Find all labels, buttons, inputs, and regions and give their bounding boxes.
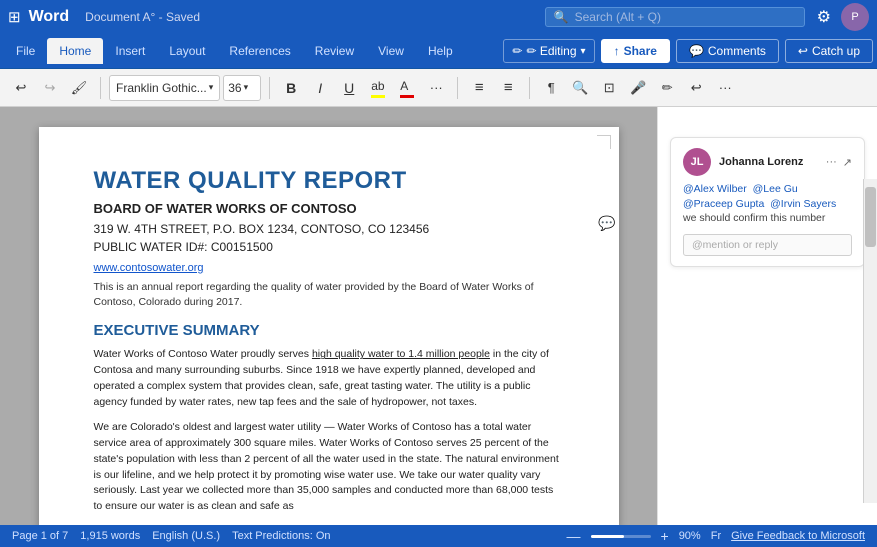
comment-body: we should confirm this number bbox=[683, 212, 825, 224]
pencil-icon: ✏ bbox=[512, 44, 522, 58]
fr-label: Fr bbox=[711, 530, 721, 542]
word-count: 1,915 words bbox=[80, 530, 140, 542]
avatar[interactable]: P bbox=[841, 3, 869, 31]
page-count: Page 1 of 7 bbox=[12, 530, 68, 542]
toolbar: ↩ ↪ 🖌 Franklin Gothic... ▾ 36 ▾ B I U ab… bbox=[0, 69, 877, 107]
dictate-button[interactable]: 🎤 bbox=[625, 75, 651, 101]
font-name-label: Franklin Gothic... bbox=[116, 81, 207, 95]
italic-button[interactable]: I bbox=[307, 75, 333, 101]
doc-link[interactable]: www.contosowater.org bbox=[94, 262, 564, 274]
numbering-button[interactable]: ≡ bbox=[495, 75, 521, 101]
more-toolbar-button[interactable]: ··· bbox=[712, 75, 738, 101]
editor-button[interactable]: ✏ bbox=[654, 75, 680, 101]
more-format-button[interactable]: ··· bbox=[423, 75, 449, 101]
external-link-icon[interactable]: ↗ bbox=[843, 156, 852, 169]
page-canvas: WATER QUALITY REPORT BOARD OF WATER WORK… bbox=[0, 107, 657, 525]
format-painter-button[interactable]: 🖌 bbox=[66, 75, 92, 101]
doc-subtitle: BOARD OF WATER WORKS OF CONTOSO bbox=[94, 201, 564, 216]
bold-button[interactable]: B bbox=[278, 75, 304, 101]
comment-actions[interactable]: ··· ↗ bbox=[826, 156, 852, 169]
doc-water-id: PUBLIC WATER ID#: C00151500 bbox=[94, 240, 564, 254]
comment-panel: JL Johanna Lorenz ··· ↗ @Alex Wilber @Le… bbox=[657, 107, 877, 525]
find-button[interactable]: 🔍 bbox=[567, 75, 593, 101]
paragraph-button[interactable]: ¶ bbox=[538, 75, 564, 101]
scroll-thumb[interactable] bbox=[865, 187, 876, 247]
doc-section1-p1: Water Works of Contoso Water proudly ser… bbox=[94, 347, 564, 410]
doc-title: Document A° - Saved bbox=[85, 10, 200, 24]
doc-main-title: WATER QUALITY REPORT bbox=[94, 167, 564, 195]
chevron-down-icon: ▾ bbox=[244, 82, 249, 93]
ribbon-tabs: File Home Insert Layout References Revie… bbox=[0, 34, 877, 68]
font-name-select[interactable]: Franklin Gothic... ▾ bbox=[109, 75, 220, 101]
document-page: WATER QUALITY REPORT BOARD OF WATER WORK… bbox=[39, 127, 619, 525]
doc-address: 319 W. 4TH STREET, P.O. BOX 1234, CONTOS… bbox=[94, 222, 564, 236]
status-bar: Page 1 of 7 1,915 words English (U.S.) T… bbox=[0, 525, 877, 547]
view-mode-button[interactable]: ⊡ bbox=[596, 75, 622, 101]
underline-button[interactable]: U bbox=[336, 75, 362, 101]
text-predictions: Text Predictions: On bbox=[232, 530, 330, 542]
tab-home[interactable]: Home bbox=[47, 38, 103, 64]
zoom-bar[interactable] bbox=[591, 535, 651, 538]
app-name: Word bbox=[29, 8, 70, 26]
settings-icon[interactable]: ⚙ bbox=[817, 7, 831, 27]
commenter-avatar: JL bbox=[683, 148, 711, 176]
doc-section1-title: EXECUTIVE SUMMARY bbox=[94, 322, 564, 339]
mention-2: @Lee Gu bbox=[753, 183, 798, 195]
editing-button[interactable]: ✏ ✏ Editing ▾ bbox=[503, 39, 594, 63]
feedback-link[interactable]: Give Feedback to Microsoft bbox=[731, 530, 865, 542]
bullets-button[interactable]: ≡ bbox=[466, 75, 492, 101]
tab-file[interactable]: File bbox=[4, 38, 47, 64]
mention-4: @Irvin Sayers bbox=[770, 198, 836, 210]
share-button[interactable]: ↑ Share bbox=[601, 39, 670, 63]
app-grid-icon[interactable]: ⊞ bbox=[8, 8, 21, 26]
tab-layout[interactable]: Layout bbox=[157, 38, 217, 64]
share-icon: ↑ bbox=[614, 44, 620, 58]
search-icon: 🔍 bbox=[554, 10, 569, 24]
language: English (U.S.) bbox=[152, 530, 220, 542]
chevron-down-icon: ▾ bbox=[581, 46, 586, 57]
undo-button[interactable]: ↩ bbox=[8, 75, 34, 101]
chevron-down-icon: ▾ bbox=[209, 82, 214, 93]
comment-reply-input[interactable]: @mention or reply bbox=[683, 234, 852, 256]
scrollbar-right[interactable] bbox=[863, 179, 877, 503]
comment-icon: 💬 bbox=[689, 44, 704, 58]
mention-3: @Praceep Gupta bbox=[683, 198, 764, 210]
tab-help[interactable]: Help bbox=[416, 38, 465, 64]
search-input[interactable] bbox=[575, 10, 796, 24]
tab-references[interactable]: References bbox=[217, 38, 302, 64]
font-size-select[interactable]: 36 ▾ bbox=[223, 75, 261, 101]
more-icon[interactable]: ··· bbox=[826, 156, 837, 169]
comment-header: JL Johanna Lorenz ··· ↗ bbox=[683, 148, 852, 176]
doc-area: WATER QUALITY REPORT BOARD OF WATER WORK… bbox=[0, 107, 877, 525]
tab-review[interactable]: Review bbox=[303, 38, 366, 64]
doc-intro: This is an annual report regarding the q… bbox=[94, 280, 564, 310]
title-bar: ⊞ Word Document A° - Saved 🔍 ⚙ P bbox=[0, 0, 877, 34]
catchup-button[interactable]: ↩ Catch up bbox=[785, 39, 873, 63]
reuse-button[interactable]: ↩ bbox=[683, 75, 709, 101]
tab-view[interactable]: View bbox=[366, 38, 416, 64]
comment-author: Johanna Lorenz bbox=[719, 156, 803, 168]
redo-button[interactable]: ↪ bbox=[37, 75, 63, 101]
comments-button[interactable]: 💬 Comments bbox=[676, 39, 779, 63]
inline-comment-icon[interactable]: 💬 bbox=[598, 215, 615, 232]
comment-text: @Alex Wilber @Lee Gu @Praceep Gupta @Irv… bbox=[683, 182, 852, 226]
highlight-button[interactable]: ab bbox=[365, 75, 391, 101]
tab-insert[interactable]: Insert bbox=[103, 38, 157, 64]
font-color-button[interactable]: A bbox=[394, 75, 420, 101]
zoom-minus[interactable]: — bbox=[567, 529, 581, 543]
search-bar[interactable]: 🔍 bbox=[545, 7, 805, 27]
catchup-icon: ↩ bbox=[798, 44, 808, 58]
zoom-level: 90% bbox=[679, 530, 701, 542]
mention-1: @Alex Wilber bbox=[683, 183, 747, 195]
ribbon: File Home Insert Layout References Revie… bbox=[0, 34, 877, 69]
zoom-plus[interactable]: + bbox=[661, 529, 669, 543]
comment-bubble: JL Johanna Lorenz ··· ↗ @Alex Wilber @Le… bbox=[670, 137, 865, 267]
doc-section1-p2: We are Colorado's oldest and largest wat… bbox=[94, 420, 564, 515]
